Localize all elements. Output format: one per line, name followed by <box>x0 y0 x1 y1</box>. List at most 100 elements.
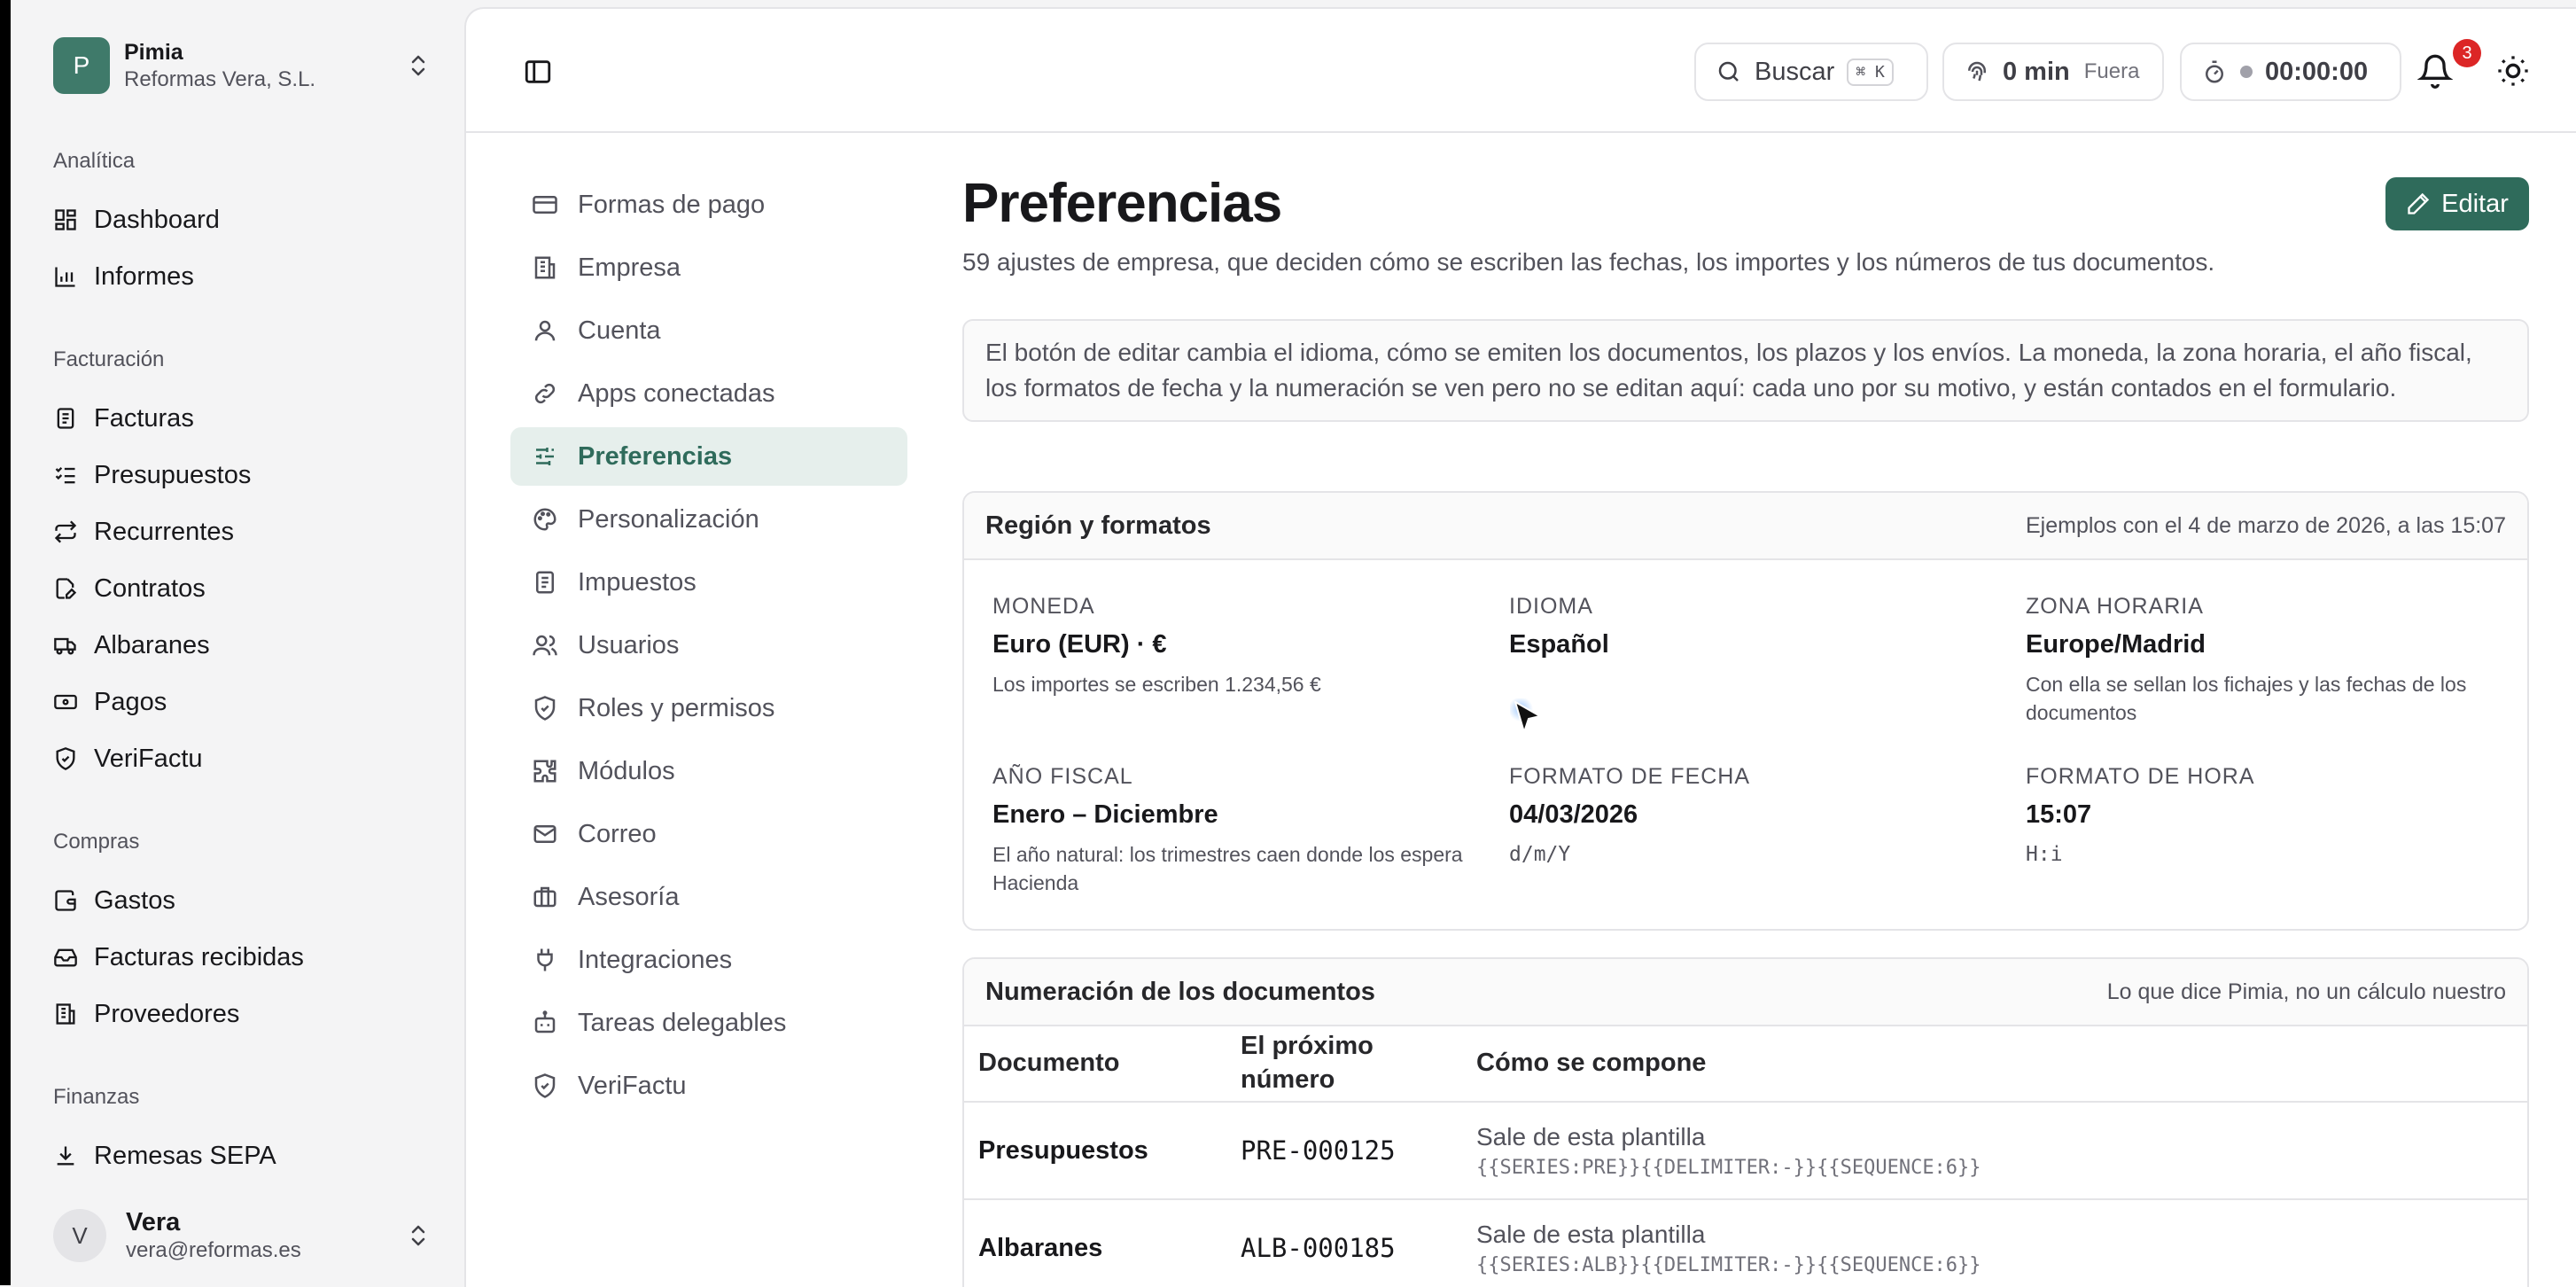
bar-chart-icon <box>55 267 75 287</box>
mouse-cursor-icon <box>1510 698 1541 733</box>
next-number: PRE-000125 <box>1226 1102 1462 1200</box>
card-title: Región y formatos <box>985 511 1211 540</box>
settings-item-cuenta[interactable]: Cuenta <box>510 301 907 360</box>
org-company: Reformas Vera, S.L. <box>124 67 316 91</box>
sidebar-item-label: Pagos <box>94 687 167 716</box>
search-label: Buscar <box>1755 57 1835 86</box>
clock-value: 0 min <box>2003 57 2070 86</box>
field-zona-horaria: ZONA HORARIA Europe/Madrid Con ella se s… <box>2026 594 2504 727</box>
sidebar-item-proveedores[interactable]: Proveedores <box>53 993 239 1035</box>
settings-item-usuarios[interactable]: Usuarios <box>510 616 907 675</box>
timer-status-dot <box>2240 66 2253 78</box>
user-menu[interactable]: V Vera vera@reformas.es <box>53 1200 431 1271</box>
settings-item-empresa[interactable]: Empresa <box>510 238 907 297</box>
user-email: vera@reformas.es <box>126 1238 301 1262</box>
sidebar-item-gastos[interactable]: Gastos <box>53 879 175 922</box>
sidebar-item-label: Presupuestos <box>94 460 252 489</box>
settings-item-integraciones[interactable]: Integraciones <box>510 931 907 989</box>
settings-item-personalizacion[interactable]: Personalización <box>510 490 907 549</box>
info-note: El botón de editar cambia el idioma, cóm… <box>962 319 2529 422</box>
field-formato-fecha: FORMATO DE FECHA 04/03/2026 d/m/Y <box>1509 764 1988 869</box>
sidebar-item-facturas-recibidas[interactable]: Facturas recibidas <box>53 936 304 979</box>
bell-icon[interactable] <box>2417 53 2453 89</box>
template-code: {{SERIES:ALB}}{{DELIMITER:-}}{{SEQUENCE:… <box>1476 1253 1981 1276</box>
numbering-table: Documento El próximo número Cómo se comp… <box>964 1025 2527 1287</box>
settings-item-label: Integraciones <box>578 945 733 974</box>
field-value: Enero – Diciembre <box>992 800 1218 829</box>
sidebar-item-facturas[interactable]: Facturas <box>53 397 194 440</box>
credit-card-icon <box>533 196 557 214</box>
sidebar-item-label: Remesas SEPA <box>94 1141 276 1170</box>
settings-item-roles[interactable]: Roles y permisos <box>510 679 907 737</box>
settings-item-label: Apps conectadas <box>578 378 775 408</box>
clock-in-button[interactable]: 0 min Fuera <box>1942 43 2164 101</box>
field-value: Euro (EUR) · € <box>992 630 1167 659</box>
search-button[interactable]: Buscar ⌘ K <box>1694 43 1928 101</box>
settings-item-formas-pago[interactable]: Formas de pago <box>510 176 907 234</box>
file-text-icon <box>536 571 554 594</box>
sidebar-item-label: Albaranes <box>94 630 210 659</box>
field-value: 04/03/2026 <box>1509 800 1638 829</box>
sidebar-item-label: Informes <box>94 261 194 291</box>
banknote-icon <box>54 694 77 710</box>
org-avatar: P <box>53 37 110 94</box>
column-header: El próximo número <box>1226 1025 1462 1103</box>
settings-item-label: Correo <box>578 819 657 848</box>
card-title: Numeración de los documentos <box>985 977 1375 1006</box>
timer-button[interactable]: 00:00:00 <box>2180 43 2401 101</box>
settings-item-modulos[interactable]: Módulos <box>510 742 907 800</box>
field-desc: Los importes se escriben 1.234,56 € <box>992 673 1321 696</box>
field-value: Europe/Madrid <box>2026 630 2206 659</box>
list-check-icon <box>55 467 75 484</box>
edit-button[interactable]: Editar <box>2385 177 2529 230</box>
truck-icon <box>54 637 76 655</box>
org-name: Pimia <box>124 40 183 65</box>
settings-item-impuestos[interactable]: Impuestos <box>510 553 907 612</box>
sidebar-item-informes[interactable]: Informes <box>53 255 194 298</box>
sidebar-item-albaranes[interactable]: Albaranes <box>53 624 210 667</box>
page-subtitle: 59 ajustes de empresa, que deciden cómo … <box>962 248 2215 276</box>
field-desc: d/m/Y <box>1509 843 1571 866</box>
topbar: Buscar ⌘ K 0 min Fuera 00:00:00 3 <box>466 9 2576 133</box>
edit-label: Editar <box>2441 189 2509 218</box>
settings-item-label: Impuestos <box>578 567 697 597</box>
sidebar-toggle-icon[interactable] <box>523 57 553 87</box>
file-pen-icon <box>56 578 77 599</box>
settings-item-apps-conectadas[interactable]: Apps conectadas <box>510 364 907 423</box>
sidebar-item-contratos[interactable]: Contratos <box>53 567 206 610</box>
sidebar-item-label: Contratos <box>94 573 206 603</box>
sun-icon[interactable] <box>2495 53 2531 89</box>
sidebar-item-dashboard[interactable]: Dashboard <box>53 199 220 241</box>
sidebar-item-presupuestos[interactable]: Presupuestos <box>53 454 251 496</box>
shield-check-icon <box>56 747 75 770</box>
plug-icon <box>537 948 553 971</box>
settings-item-asesoria[interactable]: Asesoría <box>510 868 907 926</box>
field-formato-hora: FORMATO DE HORA 15:07 H:i <box>2026 764 2504 869</box>
shield-check-icon <box>534 1073 556 1098</box>
next-number: ALB-000185 <box>1226 1199 1462 1287</box>
field-label: FORMATO DE HORA <box>2026 764 2255 789</box>
settings-item-verifactu[interactable]: VeriFactu <box>510 1057 907 1115</box>
settings-item-label: Tareas delegables <box>578 1008 787 1037</box>
shield-check-icon <box>534 696 556 721</box>
nav-group-compras: Compras <box>53 830 140 854</box>
card-note: Lo que dice Pimia, no un cálculo nuestro <box>2106 979 2506 1004</box>
sidebar-item-recurrentes[interactable]: Recurrentes <box>53 511 234 553</box>
sidebar-item-pagos[interactable]: Pagos <box>53 681 167 723</box>
search-icon <box>1718 61 1739 82</box>
settings-item-preferencias[interactable]: Preferencias <box>510 427 907 486</box>
sidebar-item-remesas-sepa[interactable]: Remesas SEPA <box>53 1135 276 1177</box>
settings-item-tareas-delegables[interactable]: Tareas delegables <box>510 994 907 1052</box>
settings-item-label: Roles y permisos <box>578 693 775 722</box>
settings-item-label: Personalización <box>578 504 759 534</box>
settings-item-correo[interactable]: Correo <box>510 805 907 863</box>
avatar: V <box>53 1209 106 1262</box>
field-desc: H:i <box>2026 843 2063 866</box>
field-desc: El año natural: los trimestres caen dond… <box>992 843 1463 894</box>
search-shortcut: ⌘ K <box>1847 58 1894 86</box>
users-icon <box>533 635 557 656</box>
field-label: AÑO FISCAL <box>992 764 1133 789</box>
org-switcher[interactable]: P Pimia Reformas Vera, S.L. <box>53 34 431 98</box>
user-name: Vera <box>126 1208 181 1236</box>
sidebar-item-verifactu[interactable]: VeriFactu <box>53 737 203 780</box>
